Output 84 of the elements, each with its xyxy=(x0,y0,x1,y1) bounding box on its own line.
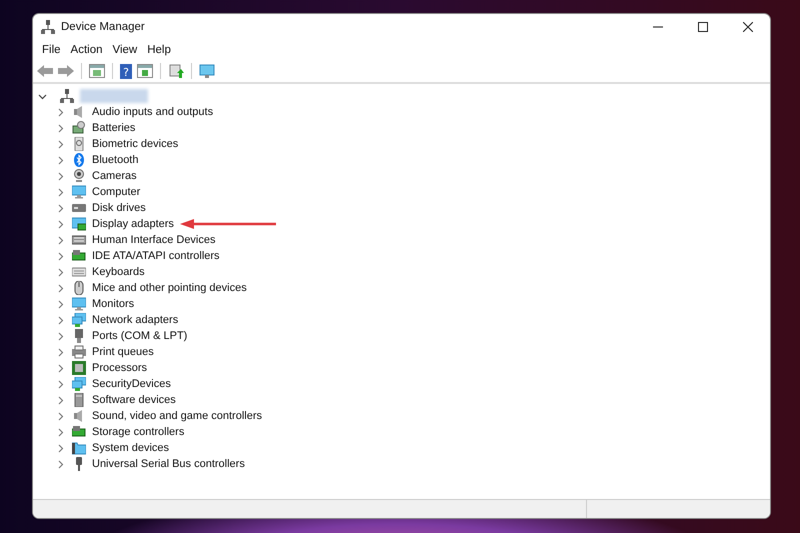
tower-icon xyxy=(72,393,86,407)
back-arrow-icon[interactable] xyxy=(37,64,53,78)
expand-chevron-icon[interactable] xyxy=(56,380,65,388)
expand-chevron-icon[interactable] xyxy=(56,204,65,212)
expand-chevron-icon[interactable] xyxy=(56,236,65,244)
display-card-icon xyxy=(72,217,86,231)
expand-chevron-icon[interactable] xyxy=(56,172,65,180)
battery-icon xyxy=(72,121,86,135)
tree-item[interactable]: Computer xyxy=(92,186,140,198)
tree-item[interactable]: Biometric devices xyxy=(92,138,178,150)
window-title: Device Manager xyxy=(61,21,145,33)
menu-item[interactable]: File xyxy=(37,44,66,56)
computer-tree-icon xyxy=(41,20,55,34)
expand-chevron-icon[interactable] xyxy=(56,252,65,260)
tree-item[interactable]: Audio inputs and outputs xyxy=(92,106,214,118)
tree-item[interactable]: Network adapters xyxy=(92,314,178,326)
mouse-icon xyxy=(72,281,86,295)
update-device-icon[interactable] xyxy=(168,64,184,78)
expand-chevron-icon[interactable] xyxy=(56,460,65,468)
expand-chevron-icon[interactable] xyxy=(56,364,65,372)
tree-item[interactable]: Monitors xyxy=(92,298,134,310)
tree-item[interactable]: Bluetooth xyxy=(92,154,138,166)
tree-item[interactable]: Software devices xyxy=(92,394,176,406)
tree-item[interactable]: Processors xyxy=(92,362,148,374)
tree-item[interactable]: Sound, video and game controllers xyxy=(92,410,262,422)
tree-item[interactable]: Ports (COM & LPT) xyxy=(92,330,188,342)
tree-item[interactable]: Keyboards xyxy=(92,266,145,278)
tree-item[interactable]: Cameras xyxy=(92,170,137,182)
expand-chevron-icon[interactable] xyxy=(56,108,65,116)
expand-chevron-icon[interactable] xyxy=(56,140,65,148)
expand-chevron-icon[interactable] xyxy=(56,428,65,436)
close-icon xyxy=(742,22,752,32)
properties-window-icon[interactable] xyxy=(89,64,105,78)
webcam-icon xyxy=(72,169,86,183)
folder-icon xyxy=(72,441,86,455)
expand-chevron-icon[interactable] xyxy=(56,284,65,292)
fingerprint-icon xyxy=(72,137,86,151)
controller-card-icon xyxy=(72,425,86,439)
monitor-icon xyxy=(72,297,86,311)
tree-item[interactable]: Storage controllers xyxy=(92,426,184,438)
redacted-block xyxy=(80,89,148,103)
port-plug-icon xyxy=(72,329,86,343)
expand-chevron-icon[interactable] xyxy=(56,220,65,228)
expand-chevron-icon[interactable] xyxy=(56,396,65,404)
network-monitors-icon xyxy=(72,377,86,391)
menu-item[interactable]: Action xyxy=(66,44,108,56)
maximize-icon xyxy=(698,22,708,32)
menu-item[interactable]: Help xyxy=(142,44,176,56)
expand-chevron-icon[interactable] xyxy=(56,332,65,340)
expand-chevron-icon[interactable] xyxy=(56,444,65,452)
expand-chevron-icon[interactable] xyxy=(56,268,65,276)
tree-item[interactable]: Universal Serial Bus controllers xyxy=(92,458,245,470)
tree-item[interactable]: Disk drives xyxy=(92,202,146,214)
tree-item[interactable]: System devices xyxy=(92,442,170,454)
monitor-icon xyxy=(72,185,86,199)
scan-monitor-icon[interactable] xyxy=(199,64,215,78)
menu-item[interactable]: View xyxy=(108,44,142,56)
window-pane-icon[interactable] xyxy=(137,64,153,78)
forward-arrow-icon[interactable] xyxy=(58,64,74,78)
expand-chevron-icon[interactable] xyxy=(56,188,65,196)
collapse-chevron-icon[interactable] xyxy=(38,92,47,100)
tree-item[interactable]: Batteries xyxy=(92,122,136,134)
printer-icon xyxy=(72,345,86,359)
chip-icon xyxy=(72,361,86,375)
expand-chevron-icon[interactable] xyxy=(56,124,65,132)
tree-item[interactable]: Human Interface Devices xyxy=(92,234,216,246)
bluetooth-icon xyxy=(72,153,86,167)
help-icon[interactable]: ? xyxy=(120,64,132,78)
drive-icon xyxy=(72,201,86,215)
tree-item[interactable]: Display adapters xyxy=(92,218,174,230)
network-monitors-icon xyxy=(72,313,86,327)
expand-chevron-icon[interactable] xyxy=(56,156,65,164)
tree-item[interactable]: SecurityDevices xyxy=(92,378,171,390)
tree-item[interactable]: Print queues xyxy=(92,346,154,358)
computer-tree-icon xyxy=(60,89,74,103)
expand-chevron-icon[interactable] xyxy=(56,316,65,324)
tree-item[interactable]: Mice and other pointing devices xyxy=(92,282,247,294)
keyboard-icon xyxy=(72,265,86,279)
controller-card-icon xyxy=(72,249,86,263)
expand-chevron-icon[interactable] xyxy=(56,412,65,420)
keyboard-device-icon xyxy=(72,233,86,247)
expand-chevron-icon[interactable] xyxy=(56,300,65,308)
expand-chevron-icon[interactable] xyxy=(56,348,65,356)
tree-item[interactable]: IDE ATA/ATAPI controllers xyxy=(92,250,220,262)
